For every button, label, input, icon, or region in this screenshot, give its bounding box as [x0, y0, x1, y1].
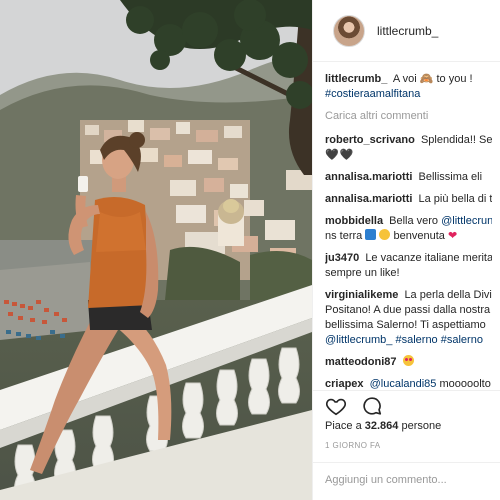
comment-text: Bellissima eli [418, 171, 483, 183]
comment-row: annalisa.mariotti La più bella di t [325, 192, 492, 207]
comment-hashtag[interactable]: #salerno [395, 334, 437, 346]
header-username[interactable]: littlecrumb_ [377, 24, 438, 38]
comment-text: Le vacanze italiane merita [365, 252, 492, 264]
caption-hashtag[interactable]: #costieraamalfitana [325, 88, 420, 100]
add-comment-input[interactable]: Aggiungi un commento... [313, 462, 500, 500]
comment-text: Bella vero [389, 215, 439, 227]
comment-text-line2: sempre un like! [325, 267, 400, 279]
comment-username[interactable]: matteodoni87 [325, 356, 397, 368]
comment-text: La perla della Divi [404, 289, 492, 301]
caption: littlecrumb_ A voi 🙈 to you ! #costieraa… [325, 72, 492, 102]
comment-username[interactable]: roberto_scrivano [325, 134, 415, 146]
post-timestamp: 1 GIORNO FA [325, 441, 381, 450]
comment-text-line3: bellissima Salerno! Ti aspettiamo [325, 319, 486, 331]
post-header: littlecrumb_ [313, 0, 500, 62]
caption-username[interactable]: littlecrumb_ [325, 73, 387, 85]
comment-row: annalisa.mariotti Bellissima eli [325, 170, 492, 185]
wink-face-icon [379, 229, 391, 240]
comment-text-line2: Positano! A due passi dalla nostra [325, 304, 491, 316]
caption-text-after: to you ! [436, 73, 473, 85]
comment-text: Splendida!! See [420, 134, 492, 146]
comment-username[interactable]: virginialikeme [325, 289, 398, 301]
comment-mention[interactable]: @littlecrun [441, 215, 492, 227]
comment-username[interactable]: mobbidella [325, 215, 383, 227]
black-hearts-emoji: 🖤🖤 [325, 149, 355, 161]
likes-count[interactable]: Piace a 32.864 persone [325, 420, 441, 432]
post-photo[interactable] [0, 0, 312, 500]
comment-username[interactable]: ju3470 [325, 252, 359, 264]
likes-suffix: persone [401, 420, 442, 432]
comment-username[interactable]: annalisa.mariotti [325, 171, 412, 183]
comment-bubble-icon[interactable] [361, 395, 383, 417]
comment-row: mobbidella Bella vero @littlecrun ns ter… [325, 214, 492, 244]
red-heart-icon: ❤ [447, 230, 458, 242]
comment-username[interactable]: criapex [325, 378, 364, 390]
comment-hashtag[interactable]: #salerno [441, 334, 483, 346]
comment-text: La più bella di t [418, 193, 492, 205]
likes-label: Piace a [325, 420, 362, 432]
comments-list: littlecrumb_ A voi 🙈 to you ! #costieraa… [313, 62, 500, 392]
monkey-emoji-icon: 🙈 [419, 73, 434, 85]
comment-text-line2b: benvenuta [393, 230, 445, 242]
comment-username[interactable]: annalisa.mariotti [325, 193, 412, 205]
instagram-post: littlecrumb_ littlecrumb_ A voi 🙈 to you… [0, 0, 500, 500]
post-actions [313, 390, 500, 420]
post-side-panel: littlecrumb_ littlecrumb_ A voi 🙈 to you… [312, 0, 500, 500]
flag-down-icon [365, 229, 377, 240]
likes-number: 32.864 [364, 420, 399, 432]
heart-eyes-emoji-icon [402, 355, 414, 366]
positano-scene [0, 0, 312, 500]
comment-row: matteodoni87 [325, 355, 492, 370]
avatar[interactable] [333, 14, 365, 47]
comment-row: virginialikeme La perla della Divi Posit… [325, 288, 492, 348]
heart-icon[interactable] [325, 395, 347, 417]
comment-text-line2: ns terra [325, 230, 363, 242]
comment-row: roberto_scrivano Splendida!! See 🖤🖤 [325, 133, 492, 163]
comment-mention[interactable]: @lucalandi85 [370, 378, 437, 390]
comment-mention[interactable]: @littlecrumb_ [325, 334, 392, 346]
comment-text: mooooolto [439, 378, 491, 390]
load-more-comments[interactable]: Carica altri commenti [325, 109, 492, 124]
comment-row: ju3470 Le vacanze italiane merita sempre… [325, 251, 492, 281]
caption-text: A voi [392, 73, 417, 85]
